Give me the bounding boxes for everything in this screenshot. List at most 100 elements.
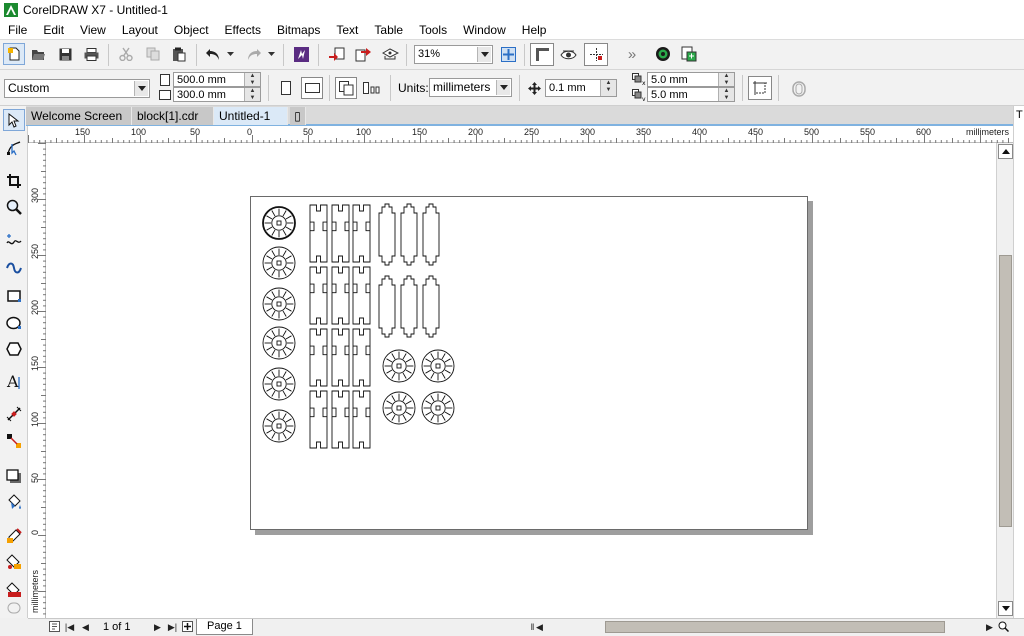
navigator-zoom-icon[interactable] <box>997 621 1010 634</box>
page-height-field[interactable]: 300.0 mm ▲ ▼ <box>173 87 261 102</box>
toolbox-options-icon[interactable] <box>3 599 25 617</box>
menu-help[interactable]: Help <box>514 20 555 40</box>
menu-view[interactable]: View <box>72 20 114 40</box>
scroll-up-icon[interactable] <box>998 144 1013 159</box>
portrait-orientation-icon[interactable] <box>276 77 296 99</box>
zoom-tool-magnifier-icon[interactable] <box>3 196 25 218</box>
interactive-fill-tool-icon[interactable] <box>3 551 25 573</box>
text-tool-icon[interactable]: A <box>3 370 25 392</box>
publish-to-pdf-icon[interactable] <box>379 44 401 64</box>
vertical-scroll-thumb[interactable] <box>999 255 1012 527</box>
page-height-spinner[interactable]: ▲ ▼ <box>244 88 260 101</box>
straight-line-connector-tool-icon[interactable] <box>3 430 25 452</box>
crop-tool-icon[interactable] <box>3 170 25 192</box>
drop-shadow-tool-icon[interactable] <box>3 465 25 487</box>
docker-strip[interactable]: T <box>1013 106 1024 618</box>
copy-icon[interactable] <box>143 44 163 64</box>
go-to-last-page-icon[interactable]: ▶| <box>166 621 179 634</box>
tab-untitled-1[interactable]: Untitled-1 <box>214 107 288 125</box>
next-page-icon[interactable]: ▶ <box>151 621 164 634</box>
tab-welcome-screen[interactable]: Welcome Screen <box>26 107 132 125</box>
full-screen-preview-icon[interactable] <box>498 44 518 64</box>
color-eyedropper-tool-icon[interactable] <box>3 525 25 547</box>
landscape-orientation-icon[interactable] <box>301 77 323 99</box>
import-icon[interactable] <box>325 44 347 64</box>
redo-dropdown-chevron-down-icon[interactable] <box>266 46 276 62</box>
treat-as-filled-icon[interactable] <box>748 76 772 100</box>
shape-tool-icon[interactable] <box>3 137 25 159</box>
duplicate-y-field[interactable]: 5.0 mm ▲ ▼ <box>647 87 735 102</box>
zoom-level-dropdown[interactable]: 31% <box>414 45 493 64</box>
nudge-distance-field[interactable]: 0.1 mm ▲ ▼ <box>545 79 617 97</box>
open-icon[interactable] <box>28 44 48 64</box>
transparency-tool-icon[interactable] <box>3 491 25 513</box>
duplicate-y-spinner[interactable]: ▲ ▼ <box>718 88 734 101</box>
scroll-left-icon[interactable]: ◀ <box>533 621 546 634</box>
freehand-tool-icon[interactable] <box>3 230 25 252</box>
units-chevron-down-icon[interactable] <box>496 80 510 95</box>
toolbar-overflow-chevron-icon[interactable]: » <box>622 44 642 64</box>
zoom-dropdown-chevron-down-icon[interactable] <box>477 47 491 62</box>
current-page-icon[interactable] <box>361 77 383 99</box>
page-tab-page-1[interactable]: Page 1 <box>196 619 253 635</box>
menu-object[interactable]: Object <box>166 20 217 40</box>
rectangle-tool-icon[interactable] <box>3 285 25 307</box>
smart-drawing-tool-icon[interactable] <box>3 257 25 279</box>
menu-file[interactable]: File <box>0 20 35 40</box>
nudge-distance-value: 0.1 mm <box>549 82 586 94</box>
duplicate-x-field[interactable]: 5.0 mm ▲ ▼ <box>647 72 735 87</box>
parallel-dimension-tool-icon[interactable] <box>3 403 25 425</box>
pick-tool-cursor-icon[interactable] <box>3 109 25 131</box>
scroll-down-icon[interactable] <box>998 601 1013 616</box>
application-launcher-icon[interactable] <box>679 44 699 64</box>
save-icon[interactable] <box>55 44 75 64</box>
menu-effects[interactable]: Effects <box>217 20 269 40</box>
undo-dropdown-chevron-down-icon[interactable] <box>225 46 235 62</box>
menu-table[interactable]: Table <box>366 20 411 40</box>
units-dropdown[interactable]: millimeters <box>429 78 512 97</box>
menu-tools[interactable]: Tools <box>411 20 455 40</box>
previous-page-icon[interactable]: ◀ <box>79 621 92 634</box>
page-preset-chevron-down-icon[interactable] <box>134 81 148 96</box>
add-page-icon[interactable] <box>181 621 194 634</box>
export-icon[interactable] <box>352 44 374 64</box>
drawing-page[interactable] <box>250 196 808 530</box>
print-icon[interactable] <box>81 44 101 64</box>
show-rulers-icon[interactable] <box>530 43 554 66</box>
ellipse-tool-icon[interactable] <box>3 312 25 334</box>
new-tab-icon[interactable]: ▯ <box>290 107 306 125</box>
vertical-ruler[interactable]: 300 250 200 150 100 50 0 millimeters <box>28 143 46 618</box>
scroll-right-icon[interactable]: ▶ <box>983 621 996 634</box>
duplicate-x-spinner[interactable]: ▲ ▼ <box>718 73 734 86</box>
redo-icon[interactable] <box>243 44 265 64</box>
menu-bitmaps[interactable]: Bitmaps <box>269 20 328 40</box>
menu-layout[interactable]: Layout <box>114 20 166 40</box>
menu-edit[interactable]: Edit <box>35 20 72 40</box>
view-mode-eye-icon[interactable] <box>557 44 579 64</box>
search-content-icon[interactable] <box>291 44 311 64</box>
tab-block-cdr[interactable]: block[1].cdr <box>132 107 214 125</box>
page-width-spinner[interactable]: ▲ ▼ <box>244 73 260 86</box>
nudge-distance-spinner[interactable]: ▲ ▼ <box>600 80 616 96</box>
smart-fill-tool-icon[interactable] <box>3 579 25 601</box>
print-cut-icon[interactable] <box>788 78 810 100</box>
docker-tab-label[interactable]: T <box>1016 109 1023 121</box>
polygon-tool-icon[interactable] <box>3 338 25 360</box>
horizontal-ruler[interactable]: 150 100 50 0 50 100 150 200 250 300 350 … <box>28 126 1013 143</box>
paste-icon[interactable] <box>169 44 189 64</box>
cut-icon[interactable] <box>116 44 136 64</box>
go-to-first-page-icon[interactable]: |◀ <box>63 621 76 634</box>
undo-icon[interactable] <box>202 44 224 64</box>
menu-text[interactable]: Text <box>328 20 366 40</box>
first-page-icon[interactable] <box>48 621 61 634</box>
page-width-field[interactable]: 500.0 mm ▲ ▼ <box>173 72 261 87</box>
new-document-icon[interactable] <box>3 43 25 65</box>
all-pages-icon[interactable] <box>335 77 357 99</box>
horizontal-scroll-thumb[interactable] <box>605 621 945 633</box>
menu-window[interactable]: Window <box>455 20 514 40</box>
corel-connect-icon[interactable] <box>653 44 673 64</box>
snap-to-icon[interactable] <box>584 43 608 66</box>
drawing-canvas[interactable] <box>46 143 996 618</box>
page-size-preset-dropdown[interactable]: Custom <box>4 79 150 98</box>
vertical-scrollbar[interactable] <box>996 143 1013 618</box>
